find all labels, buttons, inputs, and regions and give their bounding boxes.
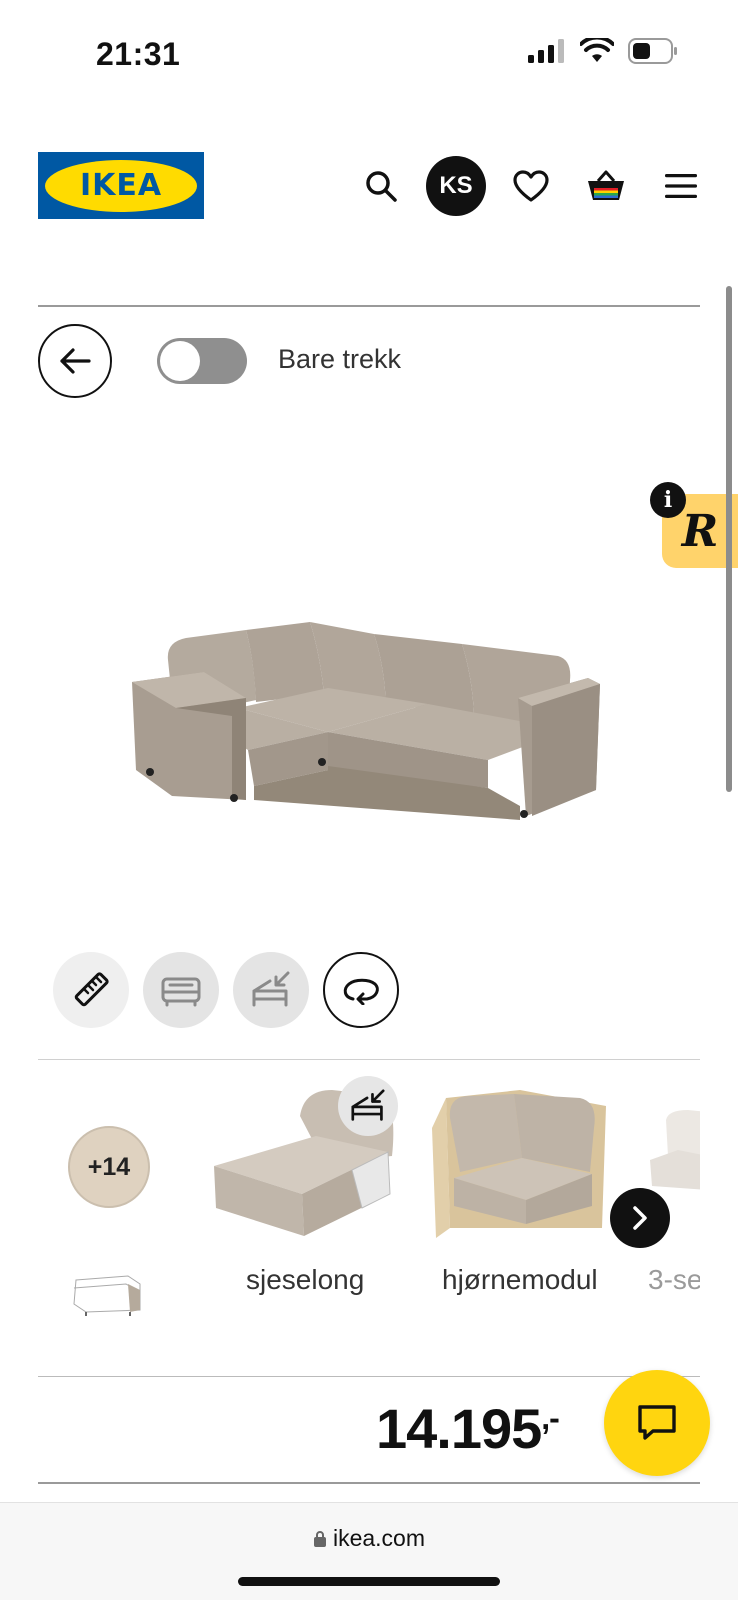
heart-icon (513, 170, 549, 202)
divider-price-bottom (38, 1482, 700, 1484)
search-button[interactable] (351, 156, 411, 216)
divider-tools (38, 1059, 700, 1060)
divider-price-top (38, 1376, 700, 1377)
signal-icon (528, 39, 564, 63)
favorites-button[interactable] (501, 156, 561, 216)
sofa-thumbnail[interactable] (70, 1270, 146, 1316)
menu-button[interactable] (651, 156, 711, 216)
chat-button[interactable] (604, 1370, 710, 1476)
ikea-logo-text: IKEA (45, 159, 197, 212)
arrow-left-icon (60, 348, 91, 374)
url-bar[interactable]: ikea.com (0, 1525, 738, 1552)
more-modules-badge[interactable]: +14 (68, 1126, 150, 1208)
bed-icon (161, 977, 201, 1007)
label-fade (700, 1256, 738, 1306)
ruler-icon (74, 972, 109, 1007)
storage-button[interactable] (233, 952, 309, 1028)
sleeper-button[interactable] (143, 952, 219, 1028)
next-modules-button[interactable] (610, 1188, 670, 1248)
covers-only-label: Bare trekk (278, 344, 402, 374)
basket-button[interactable] (576, 156, 636, 216)
rotate-view-button[interactable] (323, 952, 399, 1028)
status-time: 21:31 (96, 36, 181, 72)
price-amount: 14.195 (376, 1397, 542, 1460)
module-add-icon (351, 1089, 385, 1121)
scrollbar[interactable] (726, 286, 732, 792)
wifi-icon (580, 38, 614, 62)
corner-sofa-image (132, 622, 600, 820)
search-icon (366, 171, 397, 202)
measure-button[interactable] (53, 952, 129, 1028)
avatar[interactable]: KS (426, 156, 486, 216)
covers-only-toggle[interactable] (157, 338, 247, 384)
lock-icon (313, 1531, 326, 1547)
price-suffix: ,- (541, 1400, 560, 1436)
three-seat-image[interactable] (648, 1110, 708, 1200)
ikea-product-page: 21:31 IKEA KS Bare trekk R i +14 sjeselo… (0, 0, 738, 1600)
module-add-icon (252, 971, 290, 1007)
module-label-corner[interactable]: hjørnemodul (442, 1264, 598, 1296)
browser-bar: ikea.com (0, 1502, 738, 1600)
basket-icon (588, 170, 624, 200)
home-indicator (238, 1577, 500, 1586)
corner-module-image[interactable] (430, 1088, 614, 1248)
divider-top (38, 305, 700, 307)
rotate-icon (343, 978, 379, 1005)
battery-icon (628, 38, 677, 64)
status-icons (528, 38, 678, 64)
storage-badge (338, 1076, 398, 1136)
back-button[interactable] (38, 324, 112, 398)
module-label-chaise[interactable]: sjeselong (246, 1264, 364, 1296)
ikea-logo[interactable]: IKEA (38, 152, 204, 219)
menu-icon (665, 174, 697, 198)
url-text: ikea.com (332, 1525, 426, 1551)
toggle-knob (160, 341, 200, 381)
module-label-three-seat[interactable]: 3-se (648, 1264, 702, 1296)
chat-icon (638, 1405, 676, 1440)
info-icon[interactable]: i (650, 482, 686, 518)
chevron-right-icon (633, 1206, 647, 1230)
price: 14.195,- (376, 1396, 560, 1461)
